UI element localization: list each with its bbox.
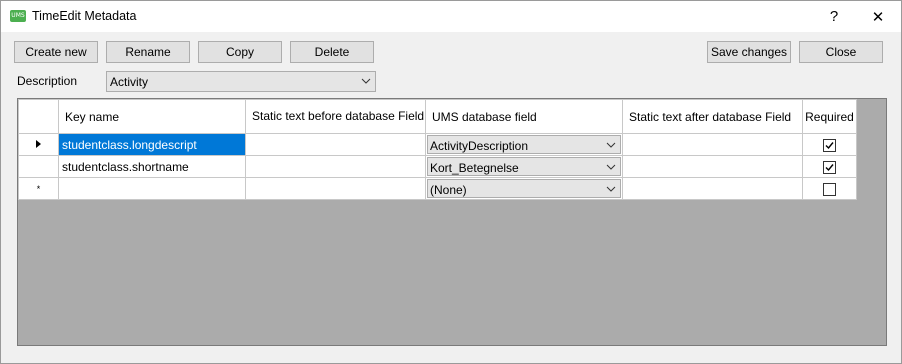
ums-field-select[interactable]: ActivityDescription (427, 135, 621, 154)
ums-field-value: Kort_Betegnelse (430, 161, 519, 175)
key-name-cell[interactable] (58, 177, 246, 200)
checkmark-icon (825, 163, 834, 171)
row-header[interactable] (18, 133, 59, 156)
save-changes-button[interactable]: Save changes (707, 41, 791, 63)
column-header-static-before[interactable]: Static text before database Field (245, 99, 426, 134)
metadata-window: UMS TimeEdit Metadata ? ✕ Create new Ren… (0, 0, 902, 364)
static-before-cell[interactable] (245, 155, 426, 178)
required-cell (802, 177, 857, 200)
ums-field-value: ActivityDescription (430, 139, 529, 153)
metadata-table: Key name Static text before database Fie… (18, 99, 857, 200)
description-label: Description (17, 74, 78, 88)
static-before-cell[interactable] (245, 133, 426, 156)
description-value: Activity (110, 75, 149, 89)
app-icon: UMS (10, 10, 26, 22)
ums-field-cell[interactable]: (None) (425, 177, 623, 200)
chevron-down-icon (606, 164, 616, 170)
metadata-grid[interactable]: Key name Static text before database Fie… (17, 98, 887, 346)
copy-button[interactable]: Copy (198, 41, 282, 63)
ums-field-select[interactable]: Kort_Betegnelse (427, 157, 621, 176)
ums-field-select[interactable]: (None) (427, 179, 621, 198)
required-cell (802, 155, 857, 178)
create-new-button[interactable]: Create new (14, 41, 98, 63)
static-after-cell[interactable] (622, 155, 803, 178)
checkmark-icon (825, 141, 834, 149)
static-after-cell[interactable] (622, 133, 803, 156)
column-header-static-after[interactable]: Static text after database Field (622, 99, 803, 134)
required-checkbox[interactable] (823, 182, 836, 196)
rename-button[interactable]: Rename (106, 41, 190, 63)
column-header-key-name[interactable]: Key name (58, 99, 246, 134)
description-select[interactable]: Activity (106, 71, 376, 92)
static-after-cell[interactable] (622, 177, 803, 200)
column-header-required[interactable]: Required (802, 99, 857, 134)
close-window-button[interactable]: ✕ (855, 1, 901, 32)
required-checkbox[interactable] (823, 138, 836, 152)
window-title: TimeEdit Metadata (32, 9, 137, 23)
ums-field-value: (None) (430, 183, 467, 197)
key-name-cell[interactable]: studentclass.longdescript (58, 133, 246, 156)
chevron-down-icon (606, 142, 616, 148)
chevron-down-icon (606, 186, 616, 192)
key-name-cell[interactable]: studentclass.shortname (58, 155, 246, 178)
chevron-down-icon (361, 78, 371, 84)
close-button[interactable]: Close (799, 41, 883, 63)
static-before-cell[interactable] (245, 177, 426, 200)
required-checkbox[interactable] (823, 160, 836, 174)
delete-button[interactable]: Delete (290, 41, 374, 63)
ums-field-cell[interactable]: ActivityDescription (425, 133, 623, 156)
help-button[interactable]: ? (811, 1, 857, 32)
title-bar: UMS TimeEdit Metadata ? ✕ (1, 1, 901, 32)
ums-field-cell[interactable]: Kort_Betegnelse (425, 155, 623, 178)
row-header[interactable] (18, 155, 59, 178)
table-row[interactable]: studentclass.longdescript ActivityDescri… (18, 133, 857, 156)
header-row: Key name Static text before database Fie… (18, 99, 857, 134)
table-row[interactable]: studentclass.shortname Kort_Betegnelse (18, 155, 857, 178)
new-row-indicator[interactable]: * (18, 177, 59, 200)
corner-header (18, 99, 59, 134)
table-row-new[interactable]: * (None) (18, 177, 857, 200)
required-cell (802, 133, 857, 156)
current-row-arrow-icon (35, 139, 41, 148)
column-header-ums-field[interactable]: UMS database field (425, 99, 623, 134)
